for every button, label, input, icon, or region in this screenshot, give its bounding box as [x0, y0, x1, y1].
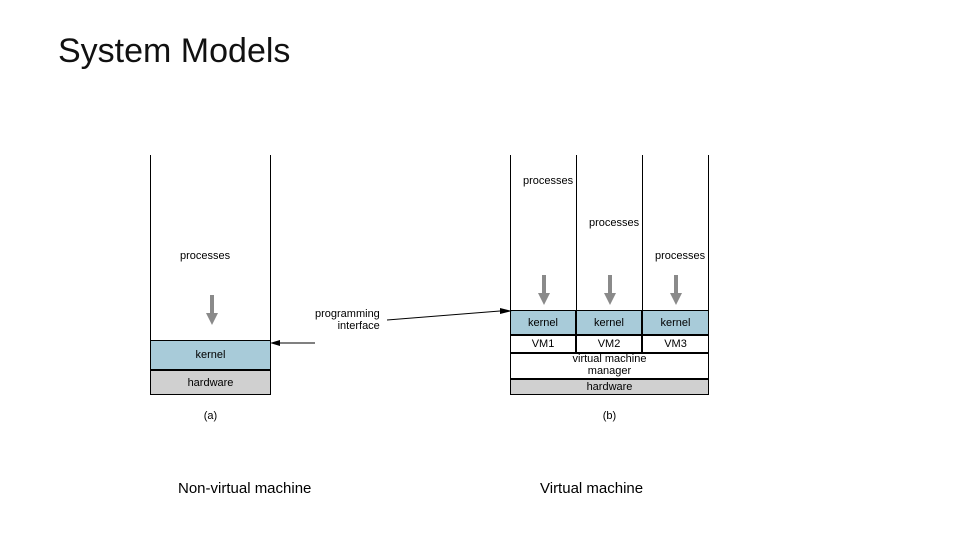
fig-a-left-border	[150, 155, 151, 340]
fig-a-kernel-text: kernel	[196, 349, 226, 361]
arrow-down-icon	[670, 275, 678, 301]
fig-b-col2-left	[642, 155, 643, 310]
arrow-down-icon	[604, 275, 612, 301]
fig-b-col0-kernel-text: kernel	[528, 317, 558, 329]
fig-a-hardware-box: hardware	[150, 370, 271, 395]
fig-a-processes-label: processes	[180, 250, 230, 262]
fig-a-kernel-box: kernel	[150, 340, 271, 370]
fig-b-col1-vm: VM2	[576, 335, 642, 353]
fig-a-caption: (a)	[150, 410, 271, 422]
fig-b-caption: (b)	[510, 410, 709, 422]
caption-virtual: Virtual machine	[540, 480, 643, 497]
fig-b-hardware-text: hardware	[587, 381, 633, 393]
fig-b-hardware-box: hardware	[510, 379, 709, 395]
fig-b-col2-processes: processes	[655, 250, 705, 262]
fig-b-col0-kernel: kernel	[510, 310, 576, 335]
arrow-down-icon	[538, 275, 546, 301]
fig-b-col1-left	[576, 155, 577, 310]
fig-a-hardware-text: hardware	[188, 377, 234, 389]
caption-non-virtual: Non-virtual machine	[178, 480, 311, 497]
fig-b-vmm-box: virtual machine manager	[510, 353, 709, 379]
fig-a-right-border	[270, 155, 271, 340]
fig-b-col2-kernel: kernel	[642, 310, 709, 335]
fig-b-col0-vm-text: VM1	[532, 338, 555, 350]
interface-pointer-right	[387, 308, 512, 327]
fig-b-col2-vm-text: VM3	[664, 338, 687, 350]
fig-b-col2-right	[708, 155, 709, 310]
interface-pointer-left	[270, 337, 315, 355]
fig-b-col1-processes: processes	[589, 217, 639, 229]
arrow-down-icon	[206, 295, 214, 321]
fig-b-col1-vm-text: VM2	[598, 338, 621, 350]
fig-b-col0-vm: VM1	[510, 335, 576, 353]
fig-b-col0-processes: processes	[523, 175, 573, 187]
fig-b-col1-kernel: kernel	[576, 310, 642, 335]
programming-interface-label: programming interface	[315, 308, 380, 332]
system-models-figure: processes kernel hardware (a) programmin…	[150, 155, 730, 450]
fig-b-vmm-text: virtual machine manager	[573, 354, 647, 377]
fig-b-col2-vm: VM3	[642, 335, 709, 353]
fig-b-col1-kernel-text: kernel	[594, 317, 624, 329]
page-title: System Models	[58, 32, 290, 71]
fig-b-col0-left	[510, 155, 511, 310]
fig-b-col2-kernel-text: kernel	[661, 317, 691, 329]
